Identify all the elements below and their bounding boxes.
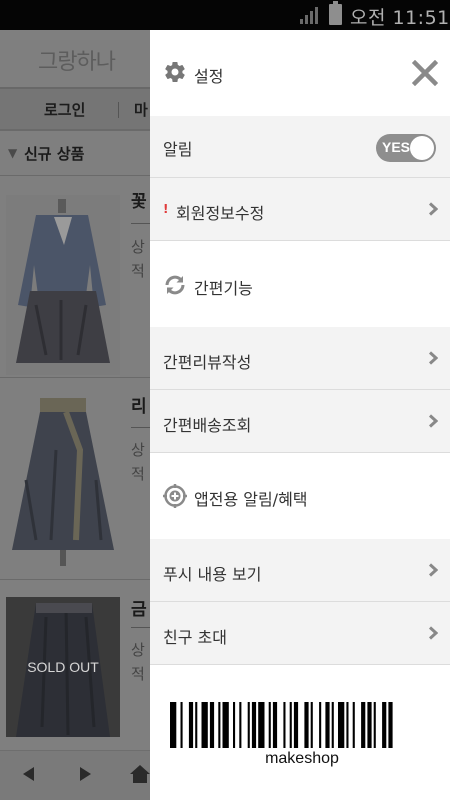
divider bbox=[0, 129, 150, 131]
chevron-right-icon bbox=[428, 202, 438, 216]
background-shop-app: 그랑하나 로그인 마 ▼ 신규 상품 꽃 상 적 리 상 적 SOLD OUT … bbox=[0, 30, 150, 800]
status-clock: 오전 11:51 bbox=[350, 7, 450, 29]
makeshop-barcode: makeshop bbox=[170, 702, 434, 782]
toggle-knob bbox=[410, 136, 434, 160]
app-benefits-section: 앱전용 알림/혜택 bbox=[150, 453, 450, 539]
product-name[interactable]: 금 bbox=[131, 595, 147, 620]
edit-profile-row[interactable]: ! 회원정보수정 bbox=[150, 178, 450, 240]
refresh-icon bbox=[165, 275, 185, 295]
drawer-header: 설정 bbox=[150, 30, 450, 116]
invite-friend-row[interactable]: 친구 초대 bbox=[150, 602, 450, 664]
barcode-image bbox=[170, 702, 393, 748]
product-image[interactable]: SOLD OUT bbox=[6, 597, 120, 737]
toggle-text: YES bbox=[382, 139, 411, 155]
notification-label: 알림 bbox=[163, 140, 193, 159]
battery-icon bbox=[329, 1, 342, 25]
chevron-right-icon bbox=[428, 351, 438, 365]
chevron-right-icon bbox=[428, 626, 438, 640]
divider bbox=[150, 664, 450, 665]
quick-features-label: 간편기능 bbox=[194, 279, 253, 298]
my-page-link[interactable]: 마 bbox=[134, 99, 148, 120]
login-link[interactable]: 로그인 bbox=[44, 99, 85, 120]
divider bbox=[0, 377, 150, 378]
signal-icon bbox=[300, 7, 318, 24]
product-image[interactable] bbox=[6, 390, 120, 570]
product-image[interactable] bbox=[6, 195, 120, 375]
product-desc: 적 bbox=[131, 262, 145, 280]
forward-arrow-icon[interactable] bbox=[76, 765, 94, 783]
product-desc: 상 bbox=[131, 238, 145, 256]
product-desc: 적 bbox=[131, 465, 145, 483]
back-arrow-icon[interactable] bbox=[20, 765, 38, 783]
app-benefits-label: 앱전용 알림/혜택 bbox=[194, 490, 308, 509]
divider bbox=[131, 427, 150, 428]
divider bbox=[0, 579, 150, 580]
nav-separator bbox=[118, 102, 119, 118]
target-plus-icon bbox=[163, 484, 187, 508]
drawer-title: 설정 bbox=[194, 67, 224, 86]
product-name[interactable]: 리 bbox=[131, 392, 147, 417]
product-name[interactable]: 꽃 bbox=[131, 187, 147, 212]
home-icon[interactable] bbox=[130, 765, 150, 783]
quick-delivery-row[interactable]: 간편배송조회 bbox=[150, 390, 450, 452]
product-desc: 상 bbox=[131, 641, 145, 659]
notification-toggle[interactable]: YES bbox=[376, 134, 436, 162]
edit-profile-label: 회원정보수정 bbox=[176, 204, 265, 223]
bottom-nav-bar bbox=[0, 750, 150, 800]
quick-review-label: 간편리뷰작성 bbox=[163, 353, 252, 372]
close-icon[interactable] bbox=[412, 60, 438, 86]
shop-logo[interactable]: 그랑하나 bbox=[38, 44, 116, 76]
section-title: 신규 상품 bbox=[24, 145, 85, 163]
quick-delivery-label: 간편배송조회 bbox=[163, 416, 252, 435]
invite-friend-label: 친구 초대 bbox=[163, 628, 227, 647]
divider bbox=[0, 175, 150, 176]
product-desc: 적 bbox=[131, 665, 145, 683]
new-items-icon: ▼ bbox=[8, 146, 18, 160]
chevron-right-icon bbox=[428, 414, 438, 428]
sold-out-badge: SOLD OUT bbox=[27, 659, 99, 675]
product-desc: 상 bbox=[131, 441, 145, 459]
quick-features-section: 간편기능 bbox=[150, 241, 450, 327]
divider bbox=[131, 627, 150, 628]
barcode-label: makeshop bbox=[265, 750, 339, 767]
quick-review-row[interactable]: 간편리뷰작성 bbox=[150, 327, 450, 389]
status-bar: 오전 11:51 bbox=[0, 0, 450, 30]
settings-drawer: 설정 알림 YES ! 회원정보수정 간편기능 간편리뷰작성 간편배송조회 앱전… bbox=[150, 30, 450, 800]
notification-row[interactable]: 알림 YES bbox=[150, 116, 450, 177]
chevron-right-icon bbox=[428, 563, 438, 577]
gear-icon bbox=[165, 62, 185, 83]
alert-mark: ! bbox=[163, 202, 169, 216]
push-view-row[interactable]: 푸시 내용 보기 bbox=[150, 539, 450, 601]
push-view-label: 푸시 내용 보기 bbox=[163, 565, 262, 584]
divider bbox=[131, 223, 150, 224]
